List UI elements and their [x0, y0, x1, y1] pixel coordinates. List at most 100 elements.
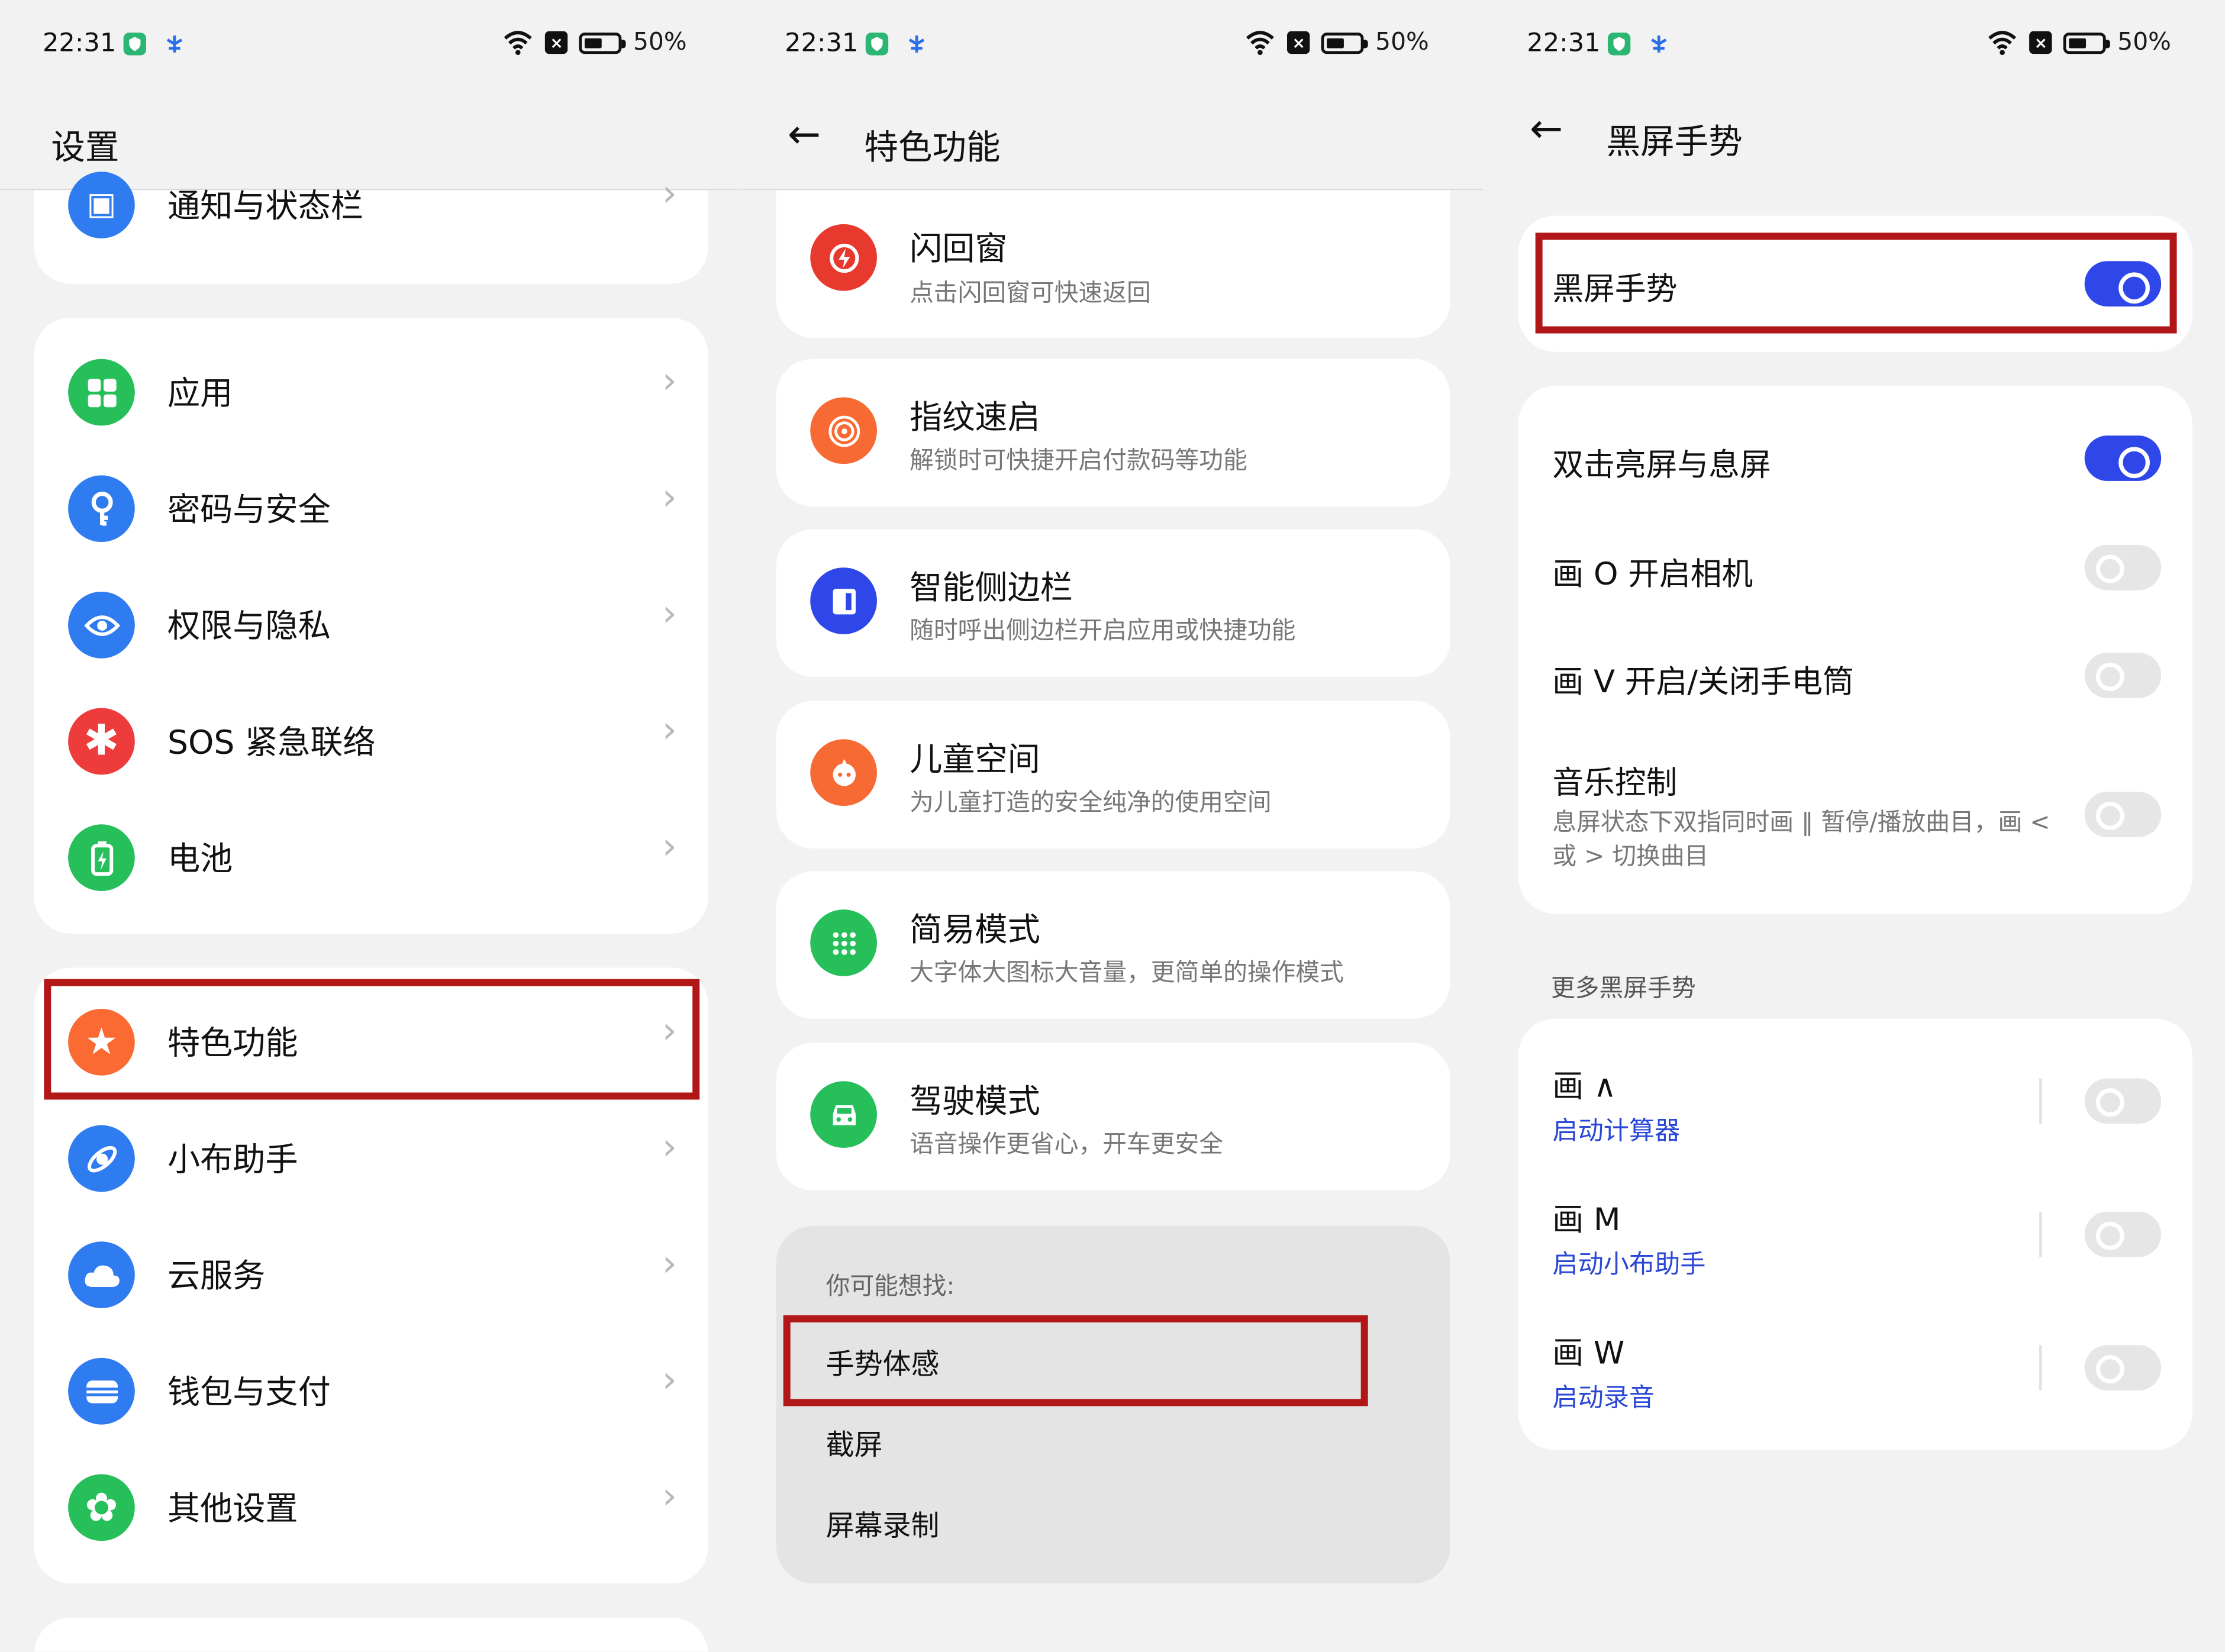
feature-fingerprint[interactable]: 指纹速启 解锁时可快捷开启付款码等功能 — [776, 359, 1450, 507]
feature-kids-space[interactable]: 儿童空间 为儿童打造的安全纯净的使用空间 — [776, 701, 1450, 849]
sos-asterisk-icon: ✱ — [68, 708, 135, 775]
settings-item-label: 应用 — [167, 376, 233, 413]
battery-icon — [579, 31, 627, 53]
settings-item-apps[interactable]: 应用 › — [34, 335, 708, 451]
settings-item-breeno[interactable]: 小布助手 › — [34, 1101, 708, 1218]
settings-item-label: 钱包与支付 — [167, 1374, 331, 1412]
wifi-icon — [1246, 31, 1275, 56]
chevron-right-icon: › — [662, 1359, 677, 1402]
settings-item-label: 小布助手 — [167, 1142, 298, 1179]
feature-simple-mode[interactable]: 简易模式 大字体大图标大音量，更简单的操作模式 — [776, 871, 1450, 1019]
draw-o-toggle[interactable] — [2084, 544, 2162, 591]
chevron-right-icon: › — [662, 360, 677, 404]
settings-item-password-security[interactable]: 密码与安全 › — [34, 451, 708, 568]
chevron-right-icon: › — [662, 1475, 677, 1518]
draw-v-toggle[interactable] — [2084, 653, 2162, 698]
feature-smart-sidebar[interactable]: 智能侧边栏 随时呼出侧边栏开启应用或快捷功能 — [776, 529, 1450, 677]
no-sim-icon: × — [545, 31, 568, 54]
more-gestures-card: 画 ∧ 启动计算器 画 M 启动小布助手 画 W 启动录音 — [1518, 1018, 2192, 1450]
assistant-icon — [68, 1125, 135, 1192]
settings-item-privacy[interactable]: 权限与隐私 › — [34, 567, 708, 684]
gesture-label: 画 M — [1552, 1203, 1621, 1239]
page-title: 特色功能 — [864, 127, 1001, 167]
gesture-label: 画 W — [1552, 1336, 1625, 1372]
draw-caret-toggle[interactable] — [2084, 1078, 2162, 1124]
settings-item-cloud[interactable]: 云服务 › — [34, 1217, 708, 1334]
settings-item-label: 权限与隐私 — [167, 608, 331, 646]
fingerprint-icon — [810, 397, 877, 464]
feature-subtitle: 语音操作更省心，开车更安全 — [910, 1131, 1224, 1160]
suggestion-screen-record[interactable]: 屏幕录制 — [826, 1502, 940, 1544]
back-arrow-icon[interactable]: ← — [788, 111, 821, 157]
more-gestures-heading: 更多黑屏手势 — [1551, 975, 1696, 1004]
double-tap-toggle[interactable] — [2084, 435, 2162, 481]
back-arrow-icon[interactable]: ← — [1530, 105, 1563, 151]
music-control-description: 息屏状态下双指同时画 ‖ 暂停/播放曲目，画 < 或 > 切换曲目 — [1552, 808, 2050, 872]
status-time: 22:31 — [1527, 28, 1601, 59]
feature-subtitle: 大字体大图标大音量，更简单的操作模式 — [910, 959, 1344, 988]
settings-item-other[interactable]: ✿ 其他设置 › — [34, 1450, 708, 1567]
draw-m-toggle[interactable] — [2084, 1211, 2162, 1257]
settings-item-label: 其他设置 — [167, 1491, 298, 1528]
divider — [2039, 1078, 2042, 1124]
settings-item-label: 通知与状态栏 — [167, 188, 363, 226]
flash-icon — [810, 224, 877, 291]
feature-title: 闪回窗 — [910, 231, 1008, 269]
settings-group-1: 应用 › 密码与安全 › 权限与隐私 › ✱ SOS 紧急联络 › 电池 › — [34, 318, 708, 934]
settings-item-label: 电池 — [167, 841, 233, 879]
dots-grid-icon — [810, 909, 877, 976]
chevron-right-icon: › — [662, 593, 677, 636]
antenna-app-icon — [1651, 35, 1667, 53]
no-sim-icon: × — [1287, 31, 1310, 54]
settings-item-battery[interactable]: 电池 › — [34, 800, 708, 917]
battery-percent: 50% — [633, 28, 687, 57]
shield-app-icon — [123, 33, 146, 56]
draw-w-toggle[interactable] — [2084, 1345, 2162, 1391]
settings-item-wallet[interactable]: 钱包与支付 › — [34, 1334, 708, 1450]
sidebar-icon — [810, 567, 877, 634]
feature-title: 驾驶模式 — [910, 1084, 1040, 1121]
page-title: 黑屏手势 — [1606, 122, 1743, 162]
music-control-toggle[interactable] — [2084, 792, 2162, 837]
next-card-peek — [34, 1617, 708, 1652]
gesture-action-link[interactable]: 启动录音 — [1552, 1377, 1655, 1414]
gesture-label: 双击亮屏与息屏 — [1552, 448, 1771, 484]
chevron-right-icon: › — [662, 1243, 677, 1286]
chevron-right-icon: › — [662, 173, 677, 216]
feature-title: 简易模式 — [910, 912, 1040, 950]
gear-icon: ✿ — [68, 1474, 135, 1541]
notification-icon: ▣ — [68, 172, 135, 238]
chevron-right-icon: › — [662, 1127, 677, 1169]
chevron-right-icon: › — [662, 825, 677, 869]
feature-title: 指纹速启 — [910, 400, 1040, 437]
battery-percent: 50% — [2117, 28, 2171, 57]
no-sim-icon: × — [2029, 31, 2052, 54]
shield-app-icon — [865, 33, 889, 56]
cloud-icon — [68, 1241, 135, 1308]
gesture-action-link[interactable]: 启动计算器 — [1552, 1111, 1680, 1148]
apps-grid-icon — [68, 359, 135, 426]
privacy-eye-icon — [68, 591, 135, 659]
features-panel: 22:31 × 50% ← 特色功能 闪回窗 点击闪回窗可快速返回 指纹速启 解… — [742, 0, 1483, 1652]
battery-percent: 50% — [1375, 28, 1429, 57]
wallet-icon — [68, 1357, 135, 1425]
feature-flashback[interactable]: 闪回窗 点击闪回窗可快速返回 — [776, 190, 1450, 338]
settings-panel: 22:31 × 50% 设置 ▣ 通知与状态栏 › 应用 › 密码与安全 › 权… — [0, 0, 741, 1652]
settings-item-sos[interactable]: ✱ SOS 紧急联络 › — [34, 684, 708, 801]
kid-face-icon — [810, 739, 877, 806]
notification-card: ▣ 通知与状态栏 › — [34, 172, 708, 284]
feature-driving-mode[interactable]: 驾驶模式 语音操作更省心，开车更安全 — [776, 1043, 1450, 1190]
highlight-box — [1535, 233, 2177, 334]
highlight-box — [44, 979, 700, 1100]
suggestion-screenshot[interactable]: 截屏 — [826, 1422, 883, 1463]
shield-app-icon — [1607, 33, 1631, 56]
key-icon — [68, 475, 135, 543]
wifi-icon — [1988, 31, 2017, 56]
settings-item-notifications[interactable]: ▣ 通知与状态栏 › — [34, 147, 708, 264]
settings-item-label: SOS 紧急联络 — [167, 725, 376, 762]
chevron-right-icon: › — [662, 476, 677, 520]
feature-subtitle: 解锁时可快捷开启付款码等功能 — [910, 447, 1247, 476]
gesture-action-link[interactable]: 启动小布助手 — [1552, 1244, 1705, 1281]
antenna-app-icon — [908, 35, 925, 53]
feature-title: 智能侧边栏 — [910, 570, 1073, 608]
